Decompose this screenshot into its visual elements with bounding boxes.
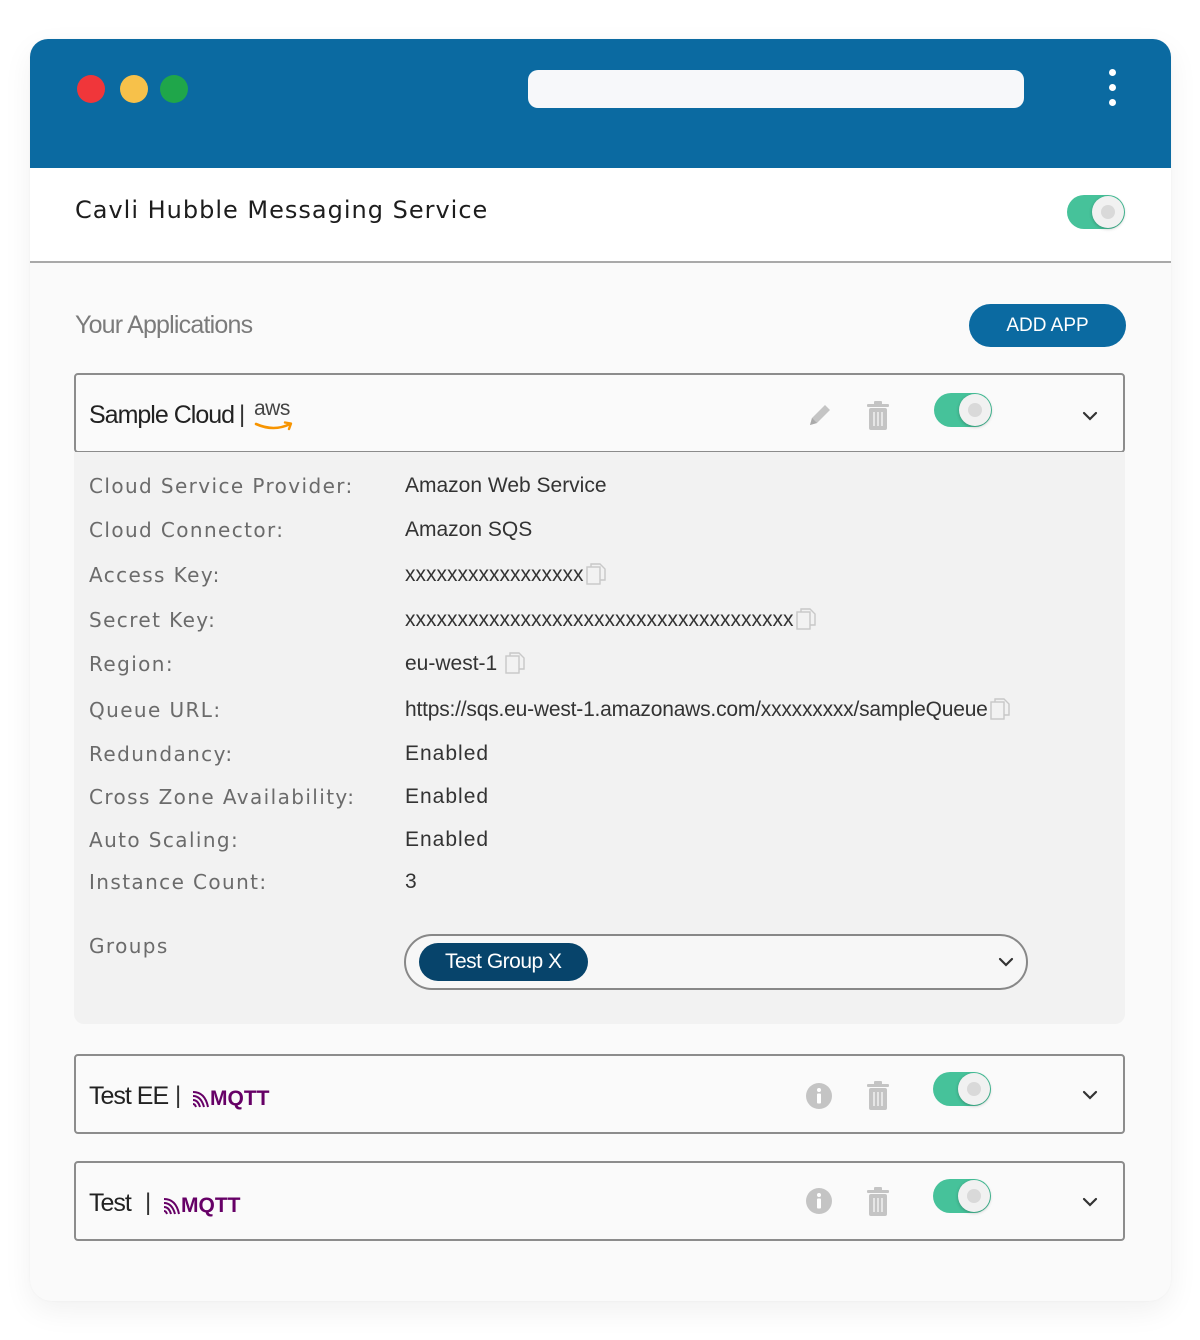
close-window-button[interactable] — [77, 75, 105, 103]
app-name: Sample Cloud — [89, 401, 235, 429]
aws-logo: aws — [254, 397, 296, 431]
detail-label: Cloud Connector: — [89, 518, 285, 542]
secret-key-value: xxxxxxxxxxxxxxxxxxxxxxxxxxxxxxxxxxxxx — [405, 608, 794, 631]
detail-row: Queue URL: https://sqs.eu-west-1.amazona… — [74, 698, 1125, 728]
mqtt-logo: MQTT — [163, 1193, 240, 1219]
pencil-icon[interactable] — [806, 401, 834, 434]
app-card-sample-cloud[interactable]: Sample Cloud | aws — [74, 373, 1125, 453]
detail-label: Auto Scaling: — [89, 828, 240, 852]
add-app-button[interactable]: ADD APP — [969, 304, 1126, 347]
detail-value: Enabled — [405, 742, 490, 765]
access-key-value: xxxxxxxxxxxxxxxxx — [405, 563, 584, 586]
mqtt-waves-icon — [163, 1198, 180, 1215]
detail-label: Access Key: — [89, 563, 221, 587]
detail-label: Secret Key: — [89, 608, 217, 632]
groups-label: Groups — [89, 934, 169, 958]
detail-row: Auto Scaling: Enabled — [74, 828, 1125, 858]
aws-logo-text: aws — [254, 397, 290, 420]
queue-url-value: https://sqs.eu-west-1.amazonaws.com/xxxx… — [405, 698, 988, 721]
info-icon[interactable] — [805, 1187, 833, 1220]
chevron-down-icon[interactable] — [1080, 1085, 1100, 1105]
detail-value: Amazon Web Service — [405, 474, 607, 497]
detail-value: Amazon SQS — [405, 518, 533, 541]
detail-value-wrap: https://sqs.eu-west-1.amazonaws.com/xxxx… — [405, 698, 1010, 722]
detail-value-wrap: xxxxxxxxxxxxxxxxx — [405, 563, 606, 587]
kebab-menu-icon[interactable] — [1104, 69, 1120, 109]
info-icon[interactable] — [805, 1082, 833, 1115]
detail-row: Cross Zone Availability: Enabled — [74, 785, 1125, 815]
service-toggle[interactable] — [1067, 195, 1125, 229]
group-chip[interactable]: Test Group X — [419, 943, 588, 981]
applications-heading: Your Applications — [75, 311, 253, 339]
mqtt-waves-icon — [192, 1091, 209, 1108]
chevron-down-icon[interactable] — [996, 952, 1016, 972]
app-card-test[interactable]: Test | MQTT — [74, 1161, 1125, 1241]
detail-label: Cloud Service Provider: — [89, 474, 354, 498]
detail-value: 3 — [405, 870, 417, 893]
trash-icon[interactable] — [866, 1081, 890, 1116]
copy-icon[interactable] — [989, 698, 1010, 720]
detail-label: Region: — [89, 652, 175, 676]
chevron-down-icon[interactable] — [1080, 406, 1100, 426]
app-toggle[interactable] — [933, 1179, 991, 1213]
detail-label: Instance Count: — [89, 870, 268, 894]
detail-row: Redundancy: Enabled — [74, 742, 1125, 772]
maximize-window-button[interactable] — [160, 75, 188, 103]
browser-window: Cavli Hubble Messaging Service Your Appl… — [30, 39, 1171, 1301]
detail-row: Cloud Service Provider: Amazon Web Servi… — [74, 474, 1125, 504]
service-header: Cavli Hubble Messaging Service — [30, 168, 1171, 263]
detail-value: Enabled — [405, 785, 490, 808]
copy-icon[interactable] — [505, 652, 525, 674]
region-value: eu-west-1 — [405, 652, 498, 675]
copy-icon[interactable] — [585, 563, 606, 585]
groups-select[interactable]: Test Group X — [404, 934, 1028, 990]
copy-icon[interactable] — [795, 608, 816, 630]
name-separator: | — [145, 1189, 152, 1216]
app-toggle[interactable] — [933, 1072, 991, 1106]
detail-value-wrap: eu-west-1 — [405, 652, 525, 676]
address-bar[interactable] — [528, 70, 1024, 108]
app-card-test-ee[interactable]: Test EE | MQTT — [74, 1054, 1125, 1134]
title-bar — [30, 39, 1171, 168]
app-toggle[interactable] — [934, 393, 992, 427]
name-separator: | — [239, 401, 246, 428]
detail-label: Redundancy: — [89, 742, 234, 766]
app-name: Test — [89, 1189, 132, 1217]
mqtt-logo-text: MQTT — [181, 1194, 241, 1217]
app-details-panel: Cloud Service Provider: Amazon Web Servi… — [74, 452, 1125, 1024]
detail-label: Cross Zone Availability: — [89, 785, 356, 809]
detail-label: Queue URL: — [89, 698, 222, 722]
service-title: Cavli Hubble Messaging Service — [75, 196, 489, 224]
detail-value: Enabled — [405, 828, 490, 851]
detail-value-wrap: xxxxxxxxxxxxxxxxxxxxxxxxxxxxxxxxxxxxx — [405, 608, 816, 632]
mqtt-logo: MQTT — [192, 1086, 269, 1112]
detail-row: Access Key: xxxxxxxxxxxxxxxxx — [74, 563, 1125, 593]
minimize-window-button[interactable] — [120, 75, 148, 103]
detail-row: Instance Count: 3 — [74, 870, 1125, 900]
chevron-down-icon[interactable] — [1080, 1192, 1100, 1212]
detail-row: Region: eu-west-1 — [74, 652, 1125, 682]
detail-row: Cloud Connector: Amazon SQS — [74, 518, 1125, 548]
mqtt-logo-text: MQTT — [210, 1087, 270, 1110]
app-name: Test EE — [89, 1082, 169, 1110]
trash-icon[interactable] — [866, 401, 890, 436]
detail-row: Secret Key: xxxxxxxxxxxxxxxxxxxxxxxxxxxx… — [74, 608, 1125, 638]
name-separator: | — [175, 1082, 182, 1109]
trash-icon[interactable] — [866, 1187, 890, 1222]
